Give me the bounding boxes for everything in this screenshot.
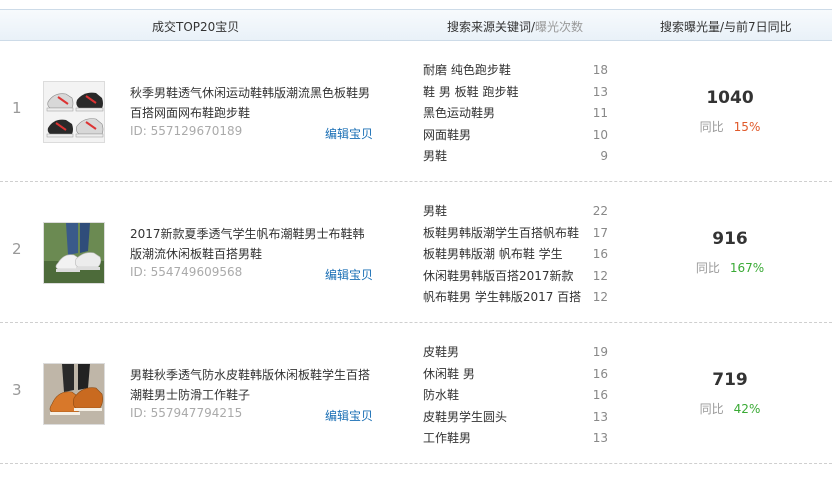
keyword-text: 鞋 男 板鞋 跑步鞋 <box>423 84 519 99</box>
keyword-count: 16 <box>592 247 608 261</box>
header-exposure: 搜索曝光量/与前7日同比 <box>660 20 792 34</box>
keyword-item: 鞋 男 板鞋 跑步鞋 13 <box>423 82 611 104</box>
keyword-count: 22 <box>592 204 608 218</box>
product-title[interactable]: 秋季男鞋透气休闲运动鞋韩版潮流黑色板鞋男百搭网面网布鞋跑步鞋 <box>130 83 370 123</box>
keyword-count: 12 <box>592 268 608 283</box>
keyword-text: 休闲鞋 男 <box>423 366 475 381</box>
header-keywords-sub: 曝光次数 <box>535 20 584 34</box>
keyword-list: 皮鞋男 19 休闲鞋 男 16 防水鞋 16 皮鞋男学生圆头 13 工作鞋男 13 <box>423 342 611 450</box>
keyword-count: 11 <box>592 106 608 120</box>
keyword-count: 16 <box>592 366 608 381</box>
keyword-item: 帆布鞋男 学生韩版2017 百搭 12 <box>423 287 611 309</box>
exposure-value: 719 <box>712 370 748 390</box>
rank-number: 2 <box>12 240 22 258</box>
keyword-item: 休闲鞋 男 16 <box>423 364 611 386</box>
keyword-text: 帆布鞋男 学生韩版2017 百搭 <box>423 290 582 304</box>
keyword-text: 板鞋男韩版潮学生百搭帆布鞋 <box>423 225 580 240</box>
rank-number: 3 <box>12 381 22 399</box>
product-thumbnail[interactable] <box>43 222 105 284</box>
keyword-item: 皮鞋男学生圆头 13 <box>423 407 611 429</box>
exposure-compare: 同比 42% <box>660 400 800 417</box>
product-id: ID: 554749609568 <box>130 265 243 279</box>
header-keywords: 搜索来源关键词/曝光次数 <box>447 18 583 35</box>
keyword-text: 皮鞋男 <box>423 345 460 359</box>
compare-value: 15% <box>733 120 761 134</box>
rank-number: 1 <box>12 99 22 117</box>
keyword-text: 耐磨 纯色跑步鞋 <box>423 63 511 77</box>
keyword-text: 休闲鞋男韩版百搭2017新款 <box>423 268 574 283</box>
sneaker-image-icon <box>44 82 104 142</box>
compare-label: 同比 <box>699 402 724 416</box>
compare-label: 同比 <box>695 261 720 275</box>
keyword-item: 男鞋 22 <box>423 201 611 223</box>
keyword-list: 男鞋 22 板鞋男韩版潮学生百搭帆布鞋 17 板鞋男韩版潮 帆布鞋 学生 16 休闲鞋… <box>423 201 611 309</box>
keyword-item: 板鞋男韩版潮 帆布鞋 学生 16 <box>423 244 611 266</box>
keyword-count: 13 <box>592 409 608 424</box>
keyword-text: 工作鞋男 <box>423 431 472 445</box>
header-product: 成交TOP20宝贝 <box>152 20 240 34</box>
compare-value: 42% <box>733 402 761 416</box>
exposure-compare: 同比 15% <box>660 118 800 135</box>
keyword-count: 13 <box>592 84 608 99</box>
compare-label: 同比 <box>699 120 724 134</box>
product-title[interactable]: 男鞋秋季透气防水皮鞋韩版休闲板鞋学生百搭潮鞋男士防滑工作鞋子 <box>130 365 370 405</box>
keyword-text: 皮鞋男学生圆头 <box>423 409 508 424</box>
keyword-item: 男鞋 9 <box>423 146 611 168</box>
keyword-text: 网面鞋男 <box>423 127 472 142</box>
edit-product-link[interactable]: 编辑宝贝 <box>325 125 373 142</box>
product-id: ID: 557129670189 <box>130 124 243 138</box>
keyword-text: 板鞋男韩版潮 帆布鞋 学生 <box>423 247 563 261</box>
product-thumbnail[interactable] <box>43 363 105 425</box>
keyword-text: 防水鞋 <box>423 388 460 402</box>
keyword-count: 17 <box>592 225 608 240</box>
keyword-item: 皮鞋男 19 <box>423 342 611 364</box>
keyword-item: 网面鞋男 10 <box>423 125 611 147</box>
exposure-value: 916 <box>712 229 748 249</box>
table-row: 1 秋季男鞋透气休闲运动鞋韩版潮流黑色板鞋男百搭网面网布鞋跑步鞋 ID: 557… <box>0 41 832 182</box>
table-header: 成交TOP20宝贝 搜索来源关键词/曝光次数 搜索曝光量/与前7日同比 <box>0 9 832 41</box>
keyword-list: 耐磨 纯色跑步鞋 18 鞋 男 板鞋 跑步鞋 13 黑色运动鞋男 11 网面鞋男 10 … <box>423 60 611 168</box>
keyword-count: 10 <box>592 127 608 142</box>
keyword-count: 13 <box>592 431 608 445</box>
keyword-count: 18 <box>592 63 608 77</box>
exposure-compare: 同比 167% <box>660 259 800 276</box>
exposure-value: 1040 <box>706 88 754 108</box>
keyword-text: 黑色运动鞋男 <box>423 106 496 120</box>
keyword-item: 工作鞋男 13 <box>423 428 611 450</box>
leather-shoe-image-icon <box>44 364 104 424</box>
keyword-count: 12 <box>592 290 608 304</box>
keyword-count: 9 <box>600 149 608 163</box>
product-id: ID: 557947794215 <box>130 406 243 420</box>
keyword-count: 19 <box>592 345 608 359</box>
keyword-text: 男鞋 <box>423 204 448 218</box>
compare-value: 167% <box>729 261 765 275</box>
product-thumbnail[interactable] <box>43 81 105 143</box>
keyword-item: 防水鞋 16 <box>423 385 611 407</box>
exposure-stat: 719 同比 42% <box>660 370 800 417</box>
product-title[interactable]: 2017新款夏季透气学生帆布潮鞋男士布鞋韩版潮流休闲板鞋百搭男鞋 <box>130 224 370 264</box>
keyword-count: 16 <box>592 388 608 402</box>
exposure-stat: 1040 同比 15% <box>660 88 800 135</box>
edit-product-link[interactable]: 编辑宝贝 <box>325 407 373 424</box>
keyword-item: 板鞋男韩版潮学生百搭帆布鞋 17 <box>423 223 611 245</box>
header-keywords-main: 搜索来源关键词/ <box>447 20 536 34</box>
canvas-shoe-image-icon <box>44 223 104 283</box>
keyword-item: 耐磨 纯色跑步鞋 18 <box>423 60 611 82</box>
keyword-text: 男鞋 <box>423 149 448 163</box>
table-row: 3 男鞋秋季透气防水皮鞋韩版休闲板鞋学生百搭潮鞋男士防滑工作鞋子 ID: 557… <box>0 323 832 464</box>
exposure-stat: 916 同比 167% <box>660 229 800 276</box>
edit-product-link[interactable]: 编辑宝贝 <box>325 266 373 283</box>
keyword-item: 黑色运动鞋男 11 <box>423 103 611 125</box>
keyword-item: 休闲鞋男韩版百搭2017新款 12 <box>423 266 611 288</box>
table-row: 2 2017新款夏季透气学生帆布潮鞋男士布鞋韩版潮流休闲板鞋百搭男鞋 ID: 5… <box>0 182 832 323</box>
